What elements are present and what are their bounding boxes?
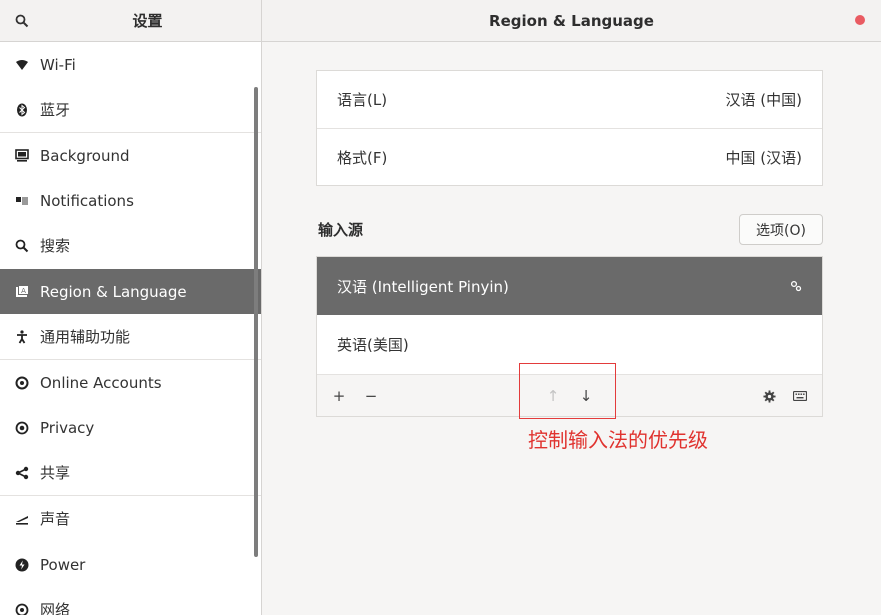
panel-title: Region & Language xyxy=(489,12,654,30)
sidebar-item-label: 蓝牙 xyxy=(40,101,71,119)
input-source-label: 汉语 (Intelligent Pinyin) xyxy=(337,277,509,296)
sidebar-item-label: 网络 xyxy=(40,601,71,615)
close-button[interactable] xyxy=(855,15,865,25)
sidebar: Wi-Fi 蓝牙 Background Notifications 搜索 A R… xyxy=(0,42,262,615)
input-source-label: 英语(美国) xyxy=(337,335,409,354)
share-icon xyxy=(14,465,30,481)
format-row[interactable]: 格式(F) 中国 (汉语) xyxy=(317,129,822,186)
sidebar-item-wifi[interactable]: Wi-Fi xyxy=(0,42,261,87)
format-label: 格式(F) xyxy=(337,149,388,167)
search-icon xyxy=(14,238,30,254)
network-icon xyxy=(14,602,30,615)
sidebar-scrollbar[interactable] xyxy=(254,87,258,557)
sidebar-item-background[interactable]: Background xyxy=(0,133,261,178)
sidebar-item-label: Power xyxy=(40,555,86,574)
sidebar-item-network[interactable]: 网络 xyxy=(0,587,261,615)
power-icon xyxy=(14,557,30,573)
options-button[interactable]: 选项(O) xyxy=(739,214,823,245)
sidebar-item-bluetooth[interactable]: 蓝牙 xyxy=(0,87,261,132)
bluetooth-icon xyxy=(14,102,30,118)
annotation-box xyxy=(519,363,616,419)
annotation-text: 控制输入法的优先级 xyxy=(528,428,708,452)
sidebar-item-label: Region & Language xyxy=(40,282,187,301)
format-value: 中国 (汉语) xyxy=(725,149,802,167)
gear-icon xyxy=(762,389,776,403)
app-title: 设置 xyxy=(132,12,163,30)
add-input-source-button[interactable]: + xyxy=(328,385,350,407)
svg-text:A: A xyxy=(21,287,26,295)
sidebar-item-label: 搜索 xyxy=(40,237,71,255)
language-value: 汉语 (中国) xyxy=(725,91,802,109)
language-row[interactable]: 语言(L) 汉语 (中国) xyxy=(317,71,822,128)
sidebar-item-label: 共享 xyxy=(40,464,71,482)
sidebar-item-label: Wi-Fi xyxy=(40,55,76,74)
online-accounts-icon xyxy=(14,375,30,391)
display-icon xyxy=(14,148,30,164)
sidebar-item-label: 通用辅助功能 xyxy=(40,328,131,346)
settings-icon[interactable] xyxy=(790,280,802,292)
sidebar-item-privacy[interactable]: Privacy xyxy=(0,405,261,450)
region-icon: A xyxy=(14,284,30,300)
sidebar-item-share[interactable]: 共享 xyxy=(0,450,261,495)
header-bar: 设置 Region & Language xyxy=(0,0,881,42)
sidebar-item-region-language[interactable]: A Region & Language xyxy=(0,269,261,314)
sidebar-item-label: 声音 xyxy=(40,510,71,528)
remove-input-source-button[interactable]: − xyxy=(360,385,382,407)
notifications-icon xyxy=(14,193,30,209)
language-label: 语言(L) xyxy=(337,91,388,109)
wifi-icon xyxy=(14,57,30,73)
privacy-icon xyxy=(14,420,30,436)
sidebar-item-label: Privacy xyxy=(40,418,95,437)
sidebar-item-online-accounts[interactable]: Online Accounts xyxy=(0,360,261,405)
sidebar-item-notifications[interactable]: Notifications xyxy=(0,178,261,223)
input-source-settings-button[interactable] xyxy=(758,385,780,407)
sidebar-header: 设置 xyxy=(0,0,262,42)
input-source-row[interactable]: 汉语 (Intelligent Pinyin) xyxy=(317,257,822,315)
sidebar-item-search[interactable]: 搜索 xyxy=(0,223,261,268)
keyboard-layout-button[interactable] xyxy=(789,385,811,407)
sidebar-item-label: Notifications xyxy=(40,191,134,210)
input-sources-title: 输入源 xyxy=(318,221,364,239)
sidebar-item-label: Online Accounts xyxy=(40,373,162,392)
sidebar-item-label: Background xyxy=(40,146,130,165)
sidebar-item-power[interactable]: Power xyxy=(0,542,261,587)
search-icon xyxy=(15,14,29,28)
accessibility-icon xyxy=(14,329,30,345)
region-language-panel: 语言(L) 汉语 (中国) 格式(F) 中国 (汉语) 输入源 选项(O) 汉语… xyxy=(262,42,881,615)
keyboard-icon xyxy=(793,391,807,401)
sidebar-item-sound[interactable]: 声音 xyxy=(0,496,261,541)
sidebar-item-accessibility[interactable]: 通用辅助功能 xyxy=(0,314,261,359)
sound-icon xyxy=(14,511,30,527)
language-format-card: 语言(L) 汉语 (中国) 格式(F) 中国 (汉语) xyxy=(316,70,823,186)
search-button[interactable] xyxy=(10,10,34,32)
